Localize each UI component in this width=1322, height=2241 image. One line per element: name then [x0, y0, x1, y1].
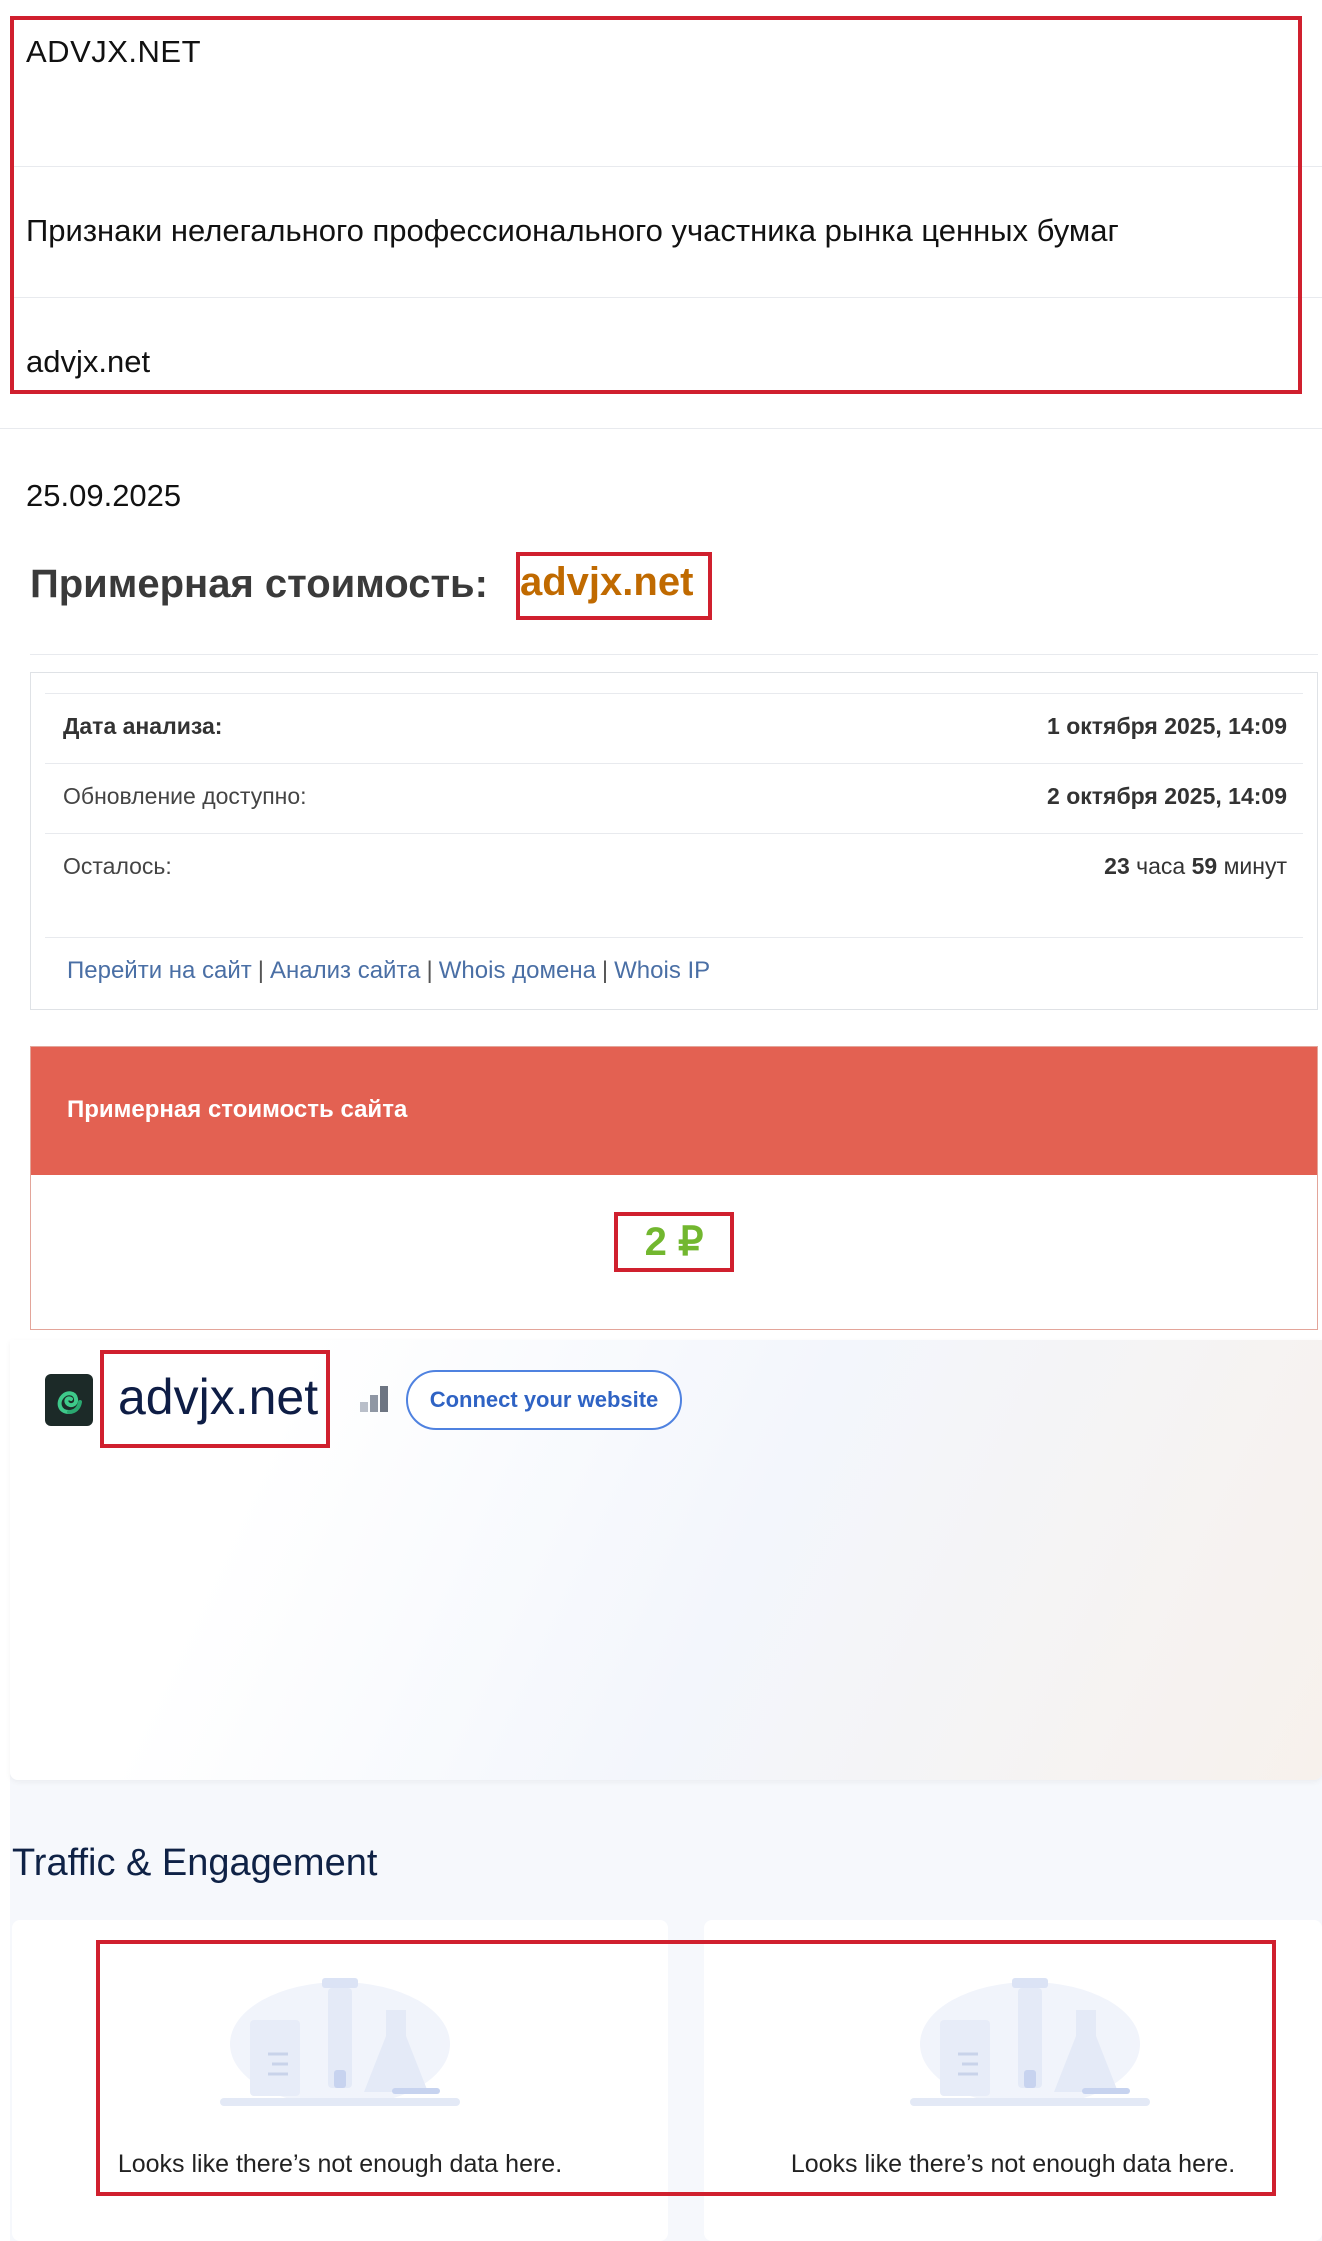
- site-analysis-link[interactable]: Анализ сайта: [270, 957, 421, 984]
- remaining-value: 23 часа 59 минут: [1104, 853, 1287, 880]
- divider: [45, 937, 1303, 938]
- highlight-box: [614, 1212, 734, 1272]
- remaining-minutes-word: минут: [1223, 853, 1287, 879]
- cost-card-header: Примерная стоимость сайта: [31, 1047, 1317, 1175]
- highlight-box: [100, 1350, 330, 1448]
- highlight-box: [96, 1940, 1276, 2196]
- link-separator: |: [257, 957, 265, 984]
- goto-site-link[interactable]: Перейти на сайт: [67, 957, 252, 984]
- analysis-info-card: Дата анализа: 1 октября 2025, 14:09 Обно…: [30, 672, 1318, 1010]
- remaining-hours: 23: [1104, 853, 1130, 879]
- whois-ip-link[interactable]: Whois IP: [614, 957, 710, 984]
- rank-bars-icon: [360, 1386, 390, 1412]
- page-title: Примерная стоимость:: [30, 562, 488, 606]
- site-cost-card: Примерная стоимость сайта 2 ₽: [30, 1046, 1318, 1330]
- update-label: Обновление доступно:: [63, 783, 307, 809]
- highlight-box: [516, 552, 712, 620]
- highlight-box: [10, 16, 1302, 394]
- divider: [45, 763, 1303, 764]
- site-links: Перейти на сайт | Анализ сайта | Whois домен…: [67, 957, 710, 985]
- divider: [45, 693, 1303, 694]
- cost-card-title: Примерная стоимость сайта: [67, 1096, 408, 1123]
- link-separator: |: [426, 957, 433, 984]
- traffic-section-title: Traffic & Engagement: [12, 1842, 378, 1884]
- update-value: 2 октября 2025, 14:09: [1047, 783, 1287, 809]
- whois-domain-link[interactable]: Whois домена: [439, 957, 596, 984]
- connect-website-button[interactable]: Connect your website: [406, 1370, 682, 1430]
- divider: [45, 833, 1303, 834]
- remaining-hours-word: часа: [1136, 853, 1186, 879]
- divider: [30, 654, 1318, 655]
- analysis-date-value: 1 октября 2025, 14:09: [1047, 713, 1287, 739]
- analysis-date-label: Дата анализа:: [63, 713, 223, 739]
- link-separator: |: [601, 957, 609, 984]
- site-logo-icon: [45, 1374, 93, 1426]
- remaining-label: Осталось:: [63, 853, 172, 879]
- divider: [0, 428, 1322, 429]
- report-date: 25.09.2025: [26, 478, 182, 513]
- remaining-minutes: 59: [1191, 853, 1218, 879]
